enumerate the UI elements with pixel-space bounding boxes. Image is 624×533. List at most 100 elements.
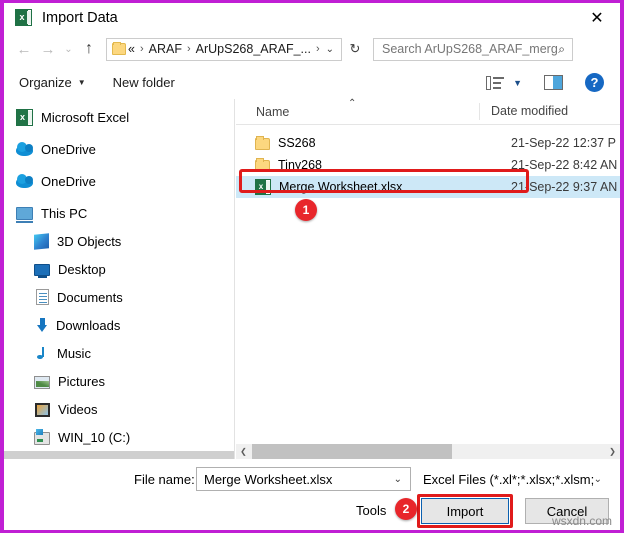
up-button[interactable]: ↑ bbox=[77, 36, 101, 62]
preview-pane-icon[interactable] bbox=[544, 75, 563, 90]
folder-icon bbox=[112, 42, 126, 55]
documents-icon bbox=[36, 289, 49, 305]
sidebar-item-label: WIN_10 (C:) bbox=[58, 429, 131, 445]
import-button[interactable]: Import bbox=[420, 497, 510, 525]
sidebar-item-label: Music bbox=[57, 345, 91, 361]
close-icon[interactable]: ✕ bbox=[574, 3, 620, 32]
import-data-dialog: x Import Data ✕ ← → ⌄ ↑ « › ARAF › ArUpS… bbox=[4, 3, 620, 530]
table-row[interactable]: Tiny268 21-Sep-22 8:42 AN bbox=[236, 154, 620, 176]
sidebar-item-label: Microsoft Excel bbox=[41, 109, 130, 125]
sidebar-item-downloads[interactable]: Downloads bbox=[4, 311, 234, 339]
pictures-icon bbox=[34, 375, 50, 389]
breadcrumb-current[interactable]: ArUpS268_ARAF_... bbox=[194, 42, 313, 56]
sidebar-item-onedrive-business[interactable]: OneDrive bbox=[4, 167, 234, 195]
file-name-value: Merge Worksheet.xlsx bbox=[204, 471, 333, 487]
step-badge-1: 1 bbox=[295, 199, 317, 221]
folder-icon bbox=[255, 158, 270, 172]
folder-icon bbox=[255, 136, 270, 150]
title-bar: x Import Data ✕ bbox=[4, 3, 620, 32]
excel-file-icon bbox=[255, 179, 271, 195]
sidebar-item-microsoft-excel[interactable]: Microsoft Excel bbox=[4, 103, 234, 131]
sidebar-item-this-pc[interactable]: This PC bbox=[4, 199, 234, 227]
address-bar-row: ← → ⌄ ↑ « › ARAF › ArUpS268_ARAF_... › ⌄… bbox=[4, 32, 620, 66]
this-pc-icon bbox=[16, 207, 33, 223]
organize-button[interactable]: Organize ▼ bbox=[19, 75, 86, 90]
table-row[interactable]: SS268 21-Sep-22 12:37 P bbox=[236, 132, 620, 154]
downloads-icon bbox=[37, 317, 48, 333]
sidebar-item-documents[interactable]: Documents bbox=[4, 283, 234, 311]
tools-button[interactable]: Tools bbox=[356, 503, 386, 518]
column-header-name[interactable]: Name ⌃ bbox=[236, 98, 479, 119]
screen-frame: x Import Data ✕ ← → ⌄ ↑ « › ARAF › ArUpS… bbox=[0, 0, 624, 533]
sidebar-item-label: Desktop bbox=[58, 261, 106, 277]
address-bar[interactable]: « › ARAF › ArUpS268_ARAF_... › ⌄ bbox=[106, 37, 342, 61]
desktop-icon bbox=[34, 264, 50, 278]
file-name: Merge Worksheet.xlsx bbox=[279, 180, 403, 194]
file-name-label: File name: bbox=[134, 472, 195, 487]
sidebar-item-3d-objects[interactable]: 3D Objects bbox=[4, 227, 234, 255]
file-name: SS268 bbox=[278, 136, 316, 150]
sidebar-item-label: Downloads bbox=[56, 317, 121, 333]
watermark: wsxdn.com bbox=[551, 514, 612, 528]
sidebar-item-desktop[interactable]: Desktop bbox=[4, 255, 234, 283]
file-type-value: Excel Files (*.xl*;*.xlsx;*.xlsm;*.x bbox=[423, 471, 594, 487]
excel-icon bbox=[16, 108, 33, 126]
list-view-icon[interactable] bbox=[486, 75, 505, 90]
column-header-date-modified[interactable]: Date modified bbox=[479, 103, 568, 120]
column-header-name-label: Name bbox=[256, 104, 290, 119]
chevron-down-icon[interactable]: ⌄ bbox=[594, 474, 602, 485]
chevron-down-icon: ▼ bbox=[77, 78, 86, 87]
scroll-left-icon[interactable]: ❮ bbox=[236, 444, 251, 459]
breadcrumb-separator-icon: › bbox=[315, 43, 320, 55]
onedrive-cloud-icon bbox=[16, 141, 33, 156]
sidebar-item-onedrive-personal[interactable]: OneDrive bbox=[4, 135, 234, 163]
sidebar-item-label: OneDrive bbox=[41, 141, 96, 157]
file-name: Tiny268 bbox=[278, 158, 323, 172]
file-date-modified: 21-Sep-22 9:37 AN bbox=[511, 180, 618, 194]
sidebar-item-pictures[interactable]: Pictures bbox=[4, 367, 234, 395]
file-date-modified: 21-Sep-22 8:42 AN bbox=[511, 158, 618, 172]
search-icon: ⌕ bbox=[558, 41, 565, 56]
back-button[interactable]: ← bbox=[12, 36, 36, 62]
refresh-icon[interactable]: ↻ bbox=[342, 38, 368, 61]
step-badge-2: 2 bbox=[395, 498, 417, 520]
breadcrumb-separator-icon: › bbox=[186, 43, 191, 55]
file-type-select[interactable]: Excel Files (*.xl*;*.xlsx;*.xlsm;*.x ⌄ bbox=[419, 467, 609, 491]
main-content: Microsoft Excel OneDrive OneDrive This P… bbox=[4, 98, 620, 459]
new-folder-button[interactable]: New folder bbox=[113, 75, 175, 90]
file-date-modified: 21-Sep-22 12:37 P bbox=[511, 136, 616, 150]
scrollbar-thumb[interactable] bbox=[252, 444, 452, 459]
chevron-down-icon[interactable]: ⌄ bbox=[394, 474, 402, 485]
forward-button[interactable]: → bbox=[36, 36, 60, 62]
breadcrumb-araf[interactable]: ARAF bbox=[147, 42, 184, 56]
recent-locations-button[interactable]: ⌄ bbox=[60, 36, 77, 62]
sidebar-item-label: Documents bbox=[57, 289, 123, 305]
command-toolbar: Organize ▼ New folder ▼ ? bbox=[4, 66, 620, 99]
sidebar-item-label: Videos bbox=[58, 401, 98, 417]
scroll-right-icon[interactable]: ❯ bbox=[605, 444, 620, 459]
sidebar-item-videos[interactable]: Videos bbox=[4, 395, 234, 423]
music-icon bbox=[37, 346, 49, 361]
chevron-down-icon[interactable]: ▼ bbox=[513, 78, 522, 88]
table-row-selected[interactable]: Merge Worksheet.xlsx 21-Sep-22 9:37 AN bbox=[236, 176, 620, 198]
page-title: Import Data bbox=[42, 9, 118, 26]
pane-divider bbox=[234, 99, 235, 459]
help-icon[interactable]: ? bbox=[585, 73, 604, 92]
toolbar-right-group: ▼ ? bbox=[486, 73, 620, 92]
sidebar-item-label: Pictures bbox=[58, 373, 105, 389]
breadcrumb-separator-icon: › bbox=[139, 43, 144, 55]
breadcrumb-root[interactable]: « bbox=[126, 42, 137, 56]
excel-icon: x bbox=[15, 9, 32, 26]
navigation-pane: Microsoft Excel OneDrive OneDrive This P… bbox=[4, 99, 234, 459]
3d-objects-icon bbox=[34, 233, 49, 250]
chevron-down-icon[interactable]: ⌄ bbox=[326, 44, 334, 55]
sidebar-item-music[interactable]: Music bbox=[4, 339, 234, 367]
sidebar-item-win10-c[interactable]: WIN_10 (C:) bbox=[4, 423, 234, 451]
sidebar-item-label: 3D Objects bbox=[57, 233, 122, 249]
file-list-horizontal-scrollbar[interactable]: ❮ ❯ bbox=[236, 444, 620, 459]
file-name-input[interactable]: Merge Worksheet.xlsx ⌄ bbox=[196, 467, 411, 491]
search-placeholder: Search ArUpS268_ARAF_merg... bbox=[382, 42, 559, 56]
organize-label: Organize bbox=[19, 75, 72, 90]
sidebar-item-drive-d[interactable]: Drive (D:) bbox=[4, 451, 234, 459]
search-input[interactable]: Search ArUpS268_ARAF_merg... ⌕ bbox=[373, 37, 573, 61]
